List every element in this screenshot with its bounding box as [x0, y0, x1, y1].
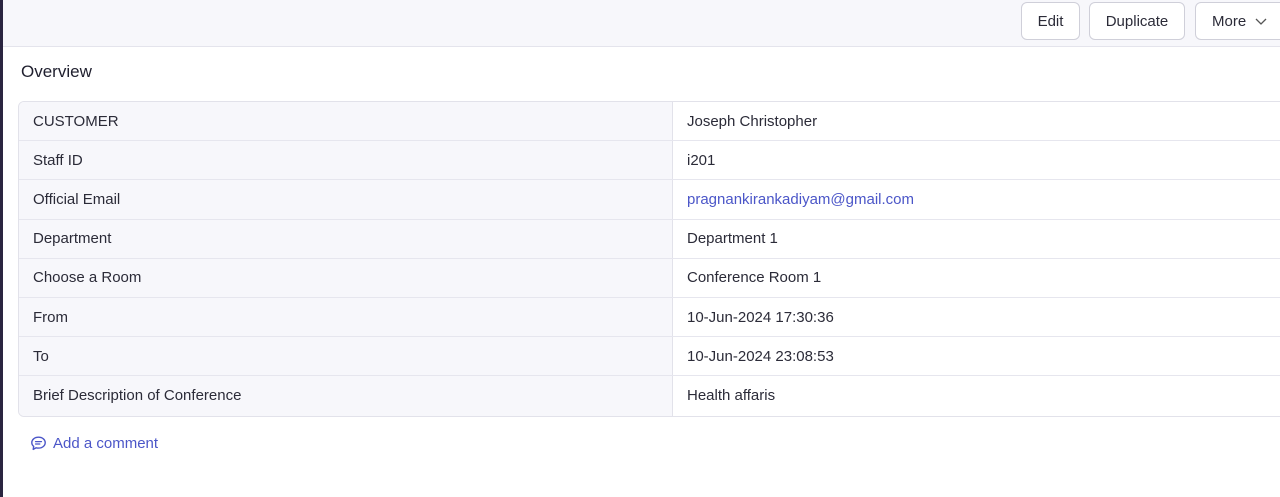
record-toolbar: Edit Duplicate More — [3, 0, 1280, 47]
table-row: Department Department 1 — [19, 219, 1280, 259]
add-comment-link[interactable]: Add a comment — [30, 435, 158, 452]
field-value: 10-Jun-2024 17:30:36 — [673, 297, 1280, 337]
table-row: To 10-Jun-2024 23:08:53 — [19, 337, 1280, 377]
field-label: Brief Description of Conference — [19, 376, 673, 416]
duplicate-button[interactable]: Duplicate — [1089, 2, 1185, 40]
details-table: CUSTOMER Joseph Christopher Staff ID i20… — [18, 101, 1280, 417]
field-label: Department — [19, 219, 673, 258]
section-title: Overview — [21, 62, 92, 81]
field-value: Department 1 — [673, 219, 1280, 258]
add-comment-label: Add a comment — [53, 435, 159, 452]
more-button-label: More — [1212, 12, 1247, 30]
edit-button[interactable]: Edit — [1021, 2, 1080, 40]
field-value: i201 — [673, 141, 1280, 180]
email-link[interactable]: pragnankirankadiyam@gmail.com — [673, 180, 1280, 219]
comment-icon — [30, 435, 47, 452]
table-row: CUSTOMER Joseph Christopher — [19, 102, 1280, 142]
table-row: Choose a Room Conference Room 1 — [19, 258, 1280, 298]
chevron-down-icon — [1254, 14, 1268, 28]
more-button[interactable]: More — [1195, 2, 1280, 40]
field-label: Official Email — [19, 180, 673, 219]
table-row: Official Email pragnankirankadiyam@gmail… — [19, 180, 1280, 220]
field-label: Choose a Room — [19, 258, 673, 297]
table-row: From 10-Jun-2024 17:30:36 — [19, 297, 1280, 338]
window-edge — [0, 0, 3, 497]
field-value: Conference Room 1 — [673, 258, 1280, 297]
table-row: Brief Description of Conference Health a… — [19, 376, 1280, 416]
field-label: From — [19, 297, 673, 337]
field-value: 10-Jun-2024 23:08:53 — [673, 337, 1280, 376]
field-label: CUSTOMER — [19, 102, 673, 141]
field-label: Staff ID — [19, 141, 673, 180]
field-value: Joseph Christopher — [673, 102, 1280, 141]
table-row: Staff ID i201 — [19, 141, 1280, 181]
field-value: Health affaris — [673, 376, 1280, 416]
field-label: To — [19, 337, 673, 376]
